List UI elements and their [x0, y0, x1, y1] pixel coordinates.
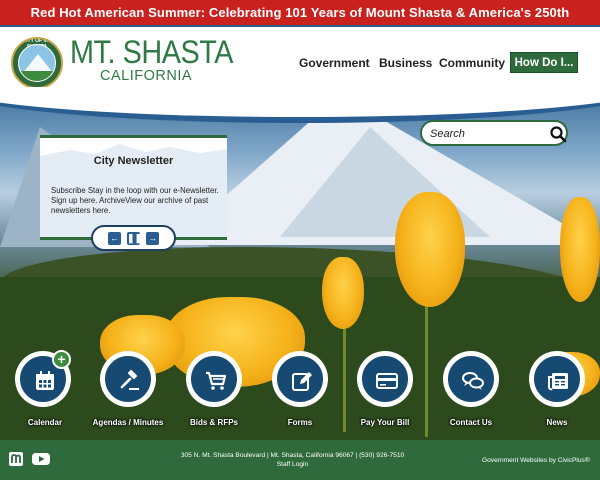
seal-mountain-icon: [18, 44, 56, 82]
poppy-flower: [322, 257, 364, 329]
quicklink-label[interactable]: Pay Your Bill: [335, 418, 435, 427]
nav-business[interactable]: Business: [379, 52, 432, 74]
search-input[interactable]: [430, 125, 545, 143]
newspaper-icon: [548, 373, 568, 391]
search-box[interactable]: [420, 120, 568, 146]
how-do-i-button[interactable]: How Do I...: [510, 52, 578, 73]
chat-icon: [462, 372, 484, 390]
slideshow-controls: ← ❚❚ →: [91, 225, 176, 251]
quicklink-agendas[interactable]: [100, 351, 156, 407]
previous-arrow-icon[interactable]: ←: [108, 232, 121, 245]
site-title[interactable]: MT. SHASTA: [70, 35, 233, 69]
newsletter-title: City Newsletter: [93, 155, 174, 167]
add-calendar-plus-icon[interactable]: +: [52, 350, 71, 369]
civicplus-credit-link[interactable]: Government Websites by CivicPlus®: [482, 457, 590, 464]
poppy-flower: [395, 192, 465, 307]
quicklink-contact[interactable]: [443, 351, 499, 407]
quicklink-label[interactable]: Bids & RFPs: [164, 418, 264, 427]
credit-card-icon: [376, 373, 398, 389]
address-text: 305 N. Mt. Shasta Boulevard | Mt. Shasta…: [180, 452, 405, 459]
pause-icon[interactable]: ❚❚: [127, 232, 142, 245]
calendar-icon: [36, 371, 54, 390]
site-subtitle: CALIFORNIA: [100, 68, 193, 84]
alert-banner[interactable]: Red Hot American Summer: Celebrating 101…: [0, 0, 600, 25]
quicklink-label[interactable]: Agendas / Minutes: [78, 418, 178, 427]
edit-icon: [292, 372, 312, 391]
quicklink-label[interactable]: News: [507, 418, 600, 427]
next-arrow-icon[interactable]: →: [146, 232, 159, 245]
quicklink-forms[interactable]: [272, 351, 328, 407]
poppy-flower: [560, 197, 600, 302]
cart-icon: [206, 371, 227, 390]
search-icon[interactable]: [549, 125, 567, 143]
footer-address: 305 N. Mt. Shasta Boulevard | Mt. Shasta…: [170, 451, 415, 469]
newsletter-card: City Newsletter Subscribe Stay in the lo…: [40, 135, 227, 237]
nextdoor-icon[interactable]: [9, 452, 23, 466]
nav-government[interactable]: Government: [299, 52, 370, 74]
newsletter-body[interactable]: Subscribe Stay in the loop with our e-Ne…: [51, 186, 221, 216]
staff-login-link[interactable]: Staff Login: [170, 460, 415, 469]
city-seal-logo[interactable]: CITY OF MT. SHASTA: [11, 37, 63, 89]
quicklink-news[interactable]: [529, 351, 585, 407]
quicklink-bids[interactable]: [186, 351, 242, 407]
quicklink-pay-bill[interactable]: [357, 351, 413, 407]
site-footer: 305 N. Mt. Shasta Boulevard | Mt. Shasta…: [0, 440, 600, 480]
youtube-icon[interactable]: [32, 452, 50, 466]
quicklink-label[interactable]: Contact Us: [421, 418, 521, 427]
nav-community[interactable]: Community: [439, 52, 505, 74]
gavel-icon: [120, 369, 139, 390]
hero-banner: City Newsletter Subscribe Stay in the lo…: [0, 87, 600, 440]
